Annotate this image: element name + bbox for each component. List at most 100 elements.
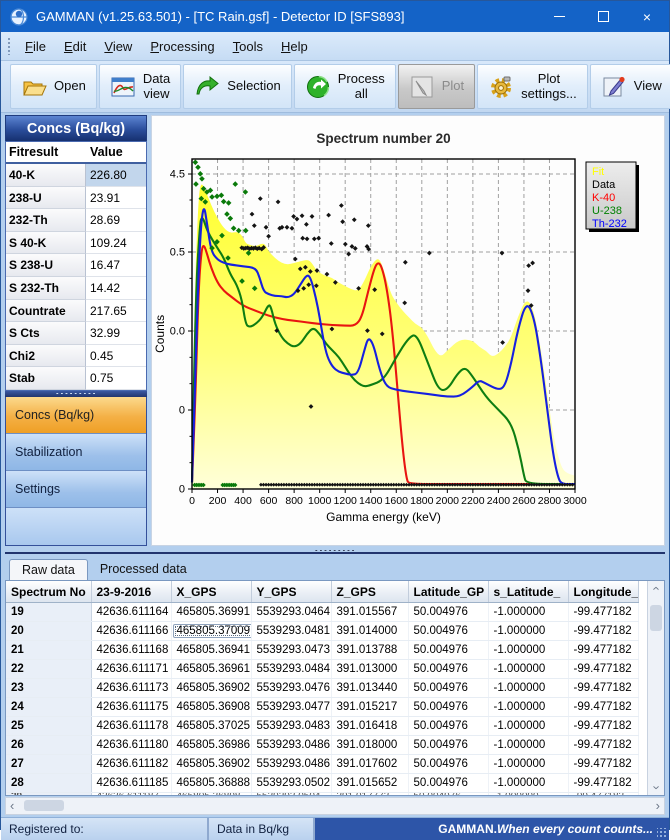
fitresult-row[interactable]: 40-K226.80 [6,164,146,187]
menu-view[interactable]: View [95,35,141,58]
data-cell[interactable]: 465805.36908 [171,698,251,717]
data-view-button[interactable]: Data view [99,64,181,109]
tab-raw-data[interactable]: Raw data [9,559,88,581]
column-header[interactable]: Longitude_ [568,581,638,603]
horizontal-scroll-thumb[interactable] [24,800,64,811]
table-row[interactable]: 2242636.611171465805.369615539293.048439… [6,660,638,679]
table-row[interactable]: 2742636.611182465805.369025539293.048639… [6,755,638,774]
data-cell[interactable]: 42636.611182 [91,755,171,774]
data-cell[interactable]: -1.000000 [488,622,568,641]
data-cell[interactable]: 465805.36941 [171,641,251,660]
fitresult-row[interactable]: Countrate217.65 [6,300,146,323]
minimize-button[interactable] [537,1,581,32]
row-header-cell[interactable]: 21 [6,641,91,660]
data-cell[interactable]: 465805.36902 [171,755,251,774]
table-row[interactable]: 2142636.611168465805.369415539293.047339… [6,641,638,660]
table-row[interactable]: 2442636.611175465805.369085539293.047739… [6,698,638,717]
row-header-cell[interactable]: 23 [6,679,91,698]
data-cell[interactable]: 42636.611168 [91,641,171,660]
data-cell[interactable]: -99.477182 [568,755,638,774]
data-cell[interactable]: 465805.36991 [171,603,251,622]
data-cell[interactable]: -99.477182 [568,622,638,641]
data-cell[interactable]: 42636.611173 [91,679,171,698]
data-cell[interactable]: -99.477182 [568,717,638,736]
row-header-cell[interactable]: 26 [6,736,91,755]
data-cell[interactable]: 465805.36902 [171,679,251,698]
data-cell[interactable]: 50.004976 [408,622,488,641]
plot-settings-button[interactable]: Plot settings... [477,64,588,109]
process-all-button[interactable]: Process all [294,64,396,109]
spectrum-chart[interactable]: 0200400600800100012001400160018002000220… [152,146,656,544]
data-cell[interactable]: 50.004976 [408,774,488,793]
data-cell[interactable]: 391.018000 [331,736,408,755]
menu-file[interactable]: File [16,35,55,58]
fitresult-row[interactable]: Chi20.45 [6,345,146,368]
data-cell[interactable]: 5539293.0483 [251,717,331,736]
data-cell[interactable]: -99.477182 [568,679,638,698]
menu-processing[interactable]: Processing [141,35,223,58]
selected-cell[interactable]: 465805.37009 [173,624,252,638]
data-cell[interactable]: 465805.37025 [171,717,251,736]
menu-grip[interactable] [7,37,11,55]
table-row[interactable]: 2042636.611166465805.370095539293.048139… [6,622,638,641]
data-cell[interactable]: 5539293.0486 [251,736,331,755]
data-cell[interactable]: 50.004976 [408,736,488,755]
fitresult-row[interactable]: Stab0.75 [6,367,146,390]
data-cell[interactable]: 50.004976 [408,641,488,660]
data-cell[interactable]: 42636.611166 [91,622,171,641]
fitresult-row[interactable]: S 40-K109.24 [6,232,146,255]
data-cell[interactable]: 42636.611175 [91,698,171,717]
table-row[interactable]: 2542636.611178465805.370255539293.048339… [6,717,638,736]
horizontal-scrollbar[interactable]: ‹ › [5,797,665,815]
fitresult-row[interactable]: 232-Th28.69 [6,209,146,232]
data-cell[interactable]: 50.004976 [408,679,488,698]
data-cell[interactable]: -99.477182 [568,603,638,622]
column-header[interactable]: X_GPS [171,581,251,603]
menu-help[interactable]: Help [272,35,317,58]
fitresult-row[interactable]: 238-U23.91 [6,187,146,210]
maximize-button[interactable] [581,1,625,32]
table-row[interactable]: 1942636.611164465805.369915539293.046439… [6,603,638,622]
selection-button[interactable]: Selection [183,64,291,109]
horizontal-splitter[interactable] [5,546,665,554]
column-header[interactable]: Y_GPS [251,581,331,603]
close-button[interactable]: × [625,1,669,32]
data-cell[interactable]: -1.000000 [488,603,568,622]
data-cell[interactable]: 42636.611164 [91,603,171,622]
data-cell[interactable]: 42636.611171 [91,660,171,679]
data-cell[interactable]: -99.477182 [568,660,638,679]
column-header[interactable]: s_Latitude_ [488,581,568,603]
data-cell[interactable]: 391.013440 [331,679,408,698]
data-cell[interactable]: 5539293.0484 [251,660,331,679]
data-cell[interactable]: -1.000000 [488,679,568,698]
nav-item-settings[interactable]: Settings [6,471,146,508]
row-header-cell[interactable]: 27 [6,755,91,774]
scroll-up-icon[interactable]: › [649,586,664,590]
data-cell[interactable]: 391.014000 [331,622,408,641]
data-cell[interactable]: 391.013000 [331,660,408,679]
view-button[interactable]: View [590,64,670,109]
open-button[interactable]: Open [10,64,97,109]
data-cell[interactable]: 42636.611178 [91,717,171,736]
data-cell[interactable]: 391.015217 [331,698,408,717]
row-header-cell[interactable]: 20 [6,622,91,641]
data-cell[interactable]: 465805.36961 [171,660,251,679]
fitresult-row[interactable]: S 238-U16.47 [6,254,146,277]
data-cell[interactable]: 5539293.0486 [251,755,331,774]
data-cell[interactable]: 5539293.0464 [251,603,331,622]
data-cell[interactable]: 465805.37009 [171,622,251,641]
data-cell[interactable]: -99.477182 [568,698,638,717]
scroll-down-icon[interactable]: › [649,785,664,789]
vertical-scroll-thumb[interactable] [650,605,662,631]
data-cell[interactable]: 5539293.0502 [251,774,331,793]
scroll-right-icon[interactable]: › [656,799,660,814]
data-cell[interactable]: 50.004976 [408,603,488,622]
nav-item-stabilization[interactable]: Stabilization [6,434,146,471]
data-cell[interactable]: 391.013788 [331,641,408,660]
concs-col-fitresult[interactable]: Fitresult [6,145,86,159]
concs-col-value[interactable]: Value [86,145,146,159]
scroll-left-icon[interactable]: ‹ [10,799,14,814]
data-cell[interactable]: 391.015567 [331,603,408,622]
column-header[interactable]: 23-9-2016 [91,581,171,603]
data-cell[interactable]: -1.000000 [488,698,568,717]
